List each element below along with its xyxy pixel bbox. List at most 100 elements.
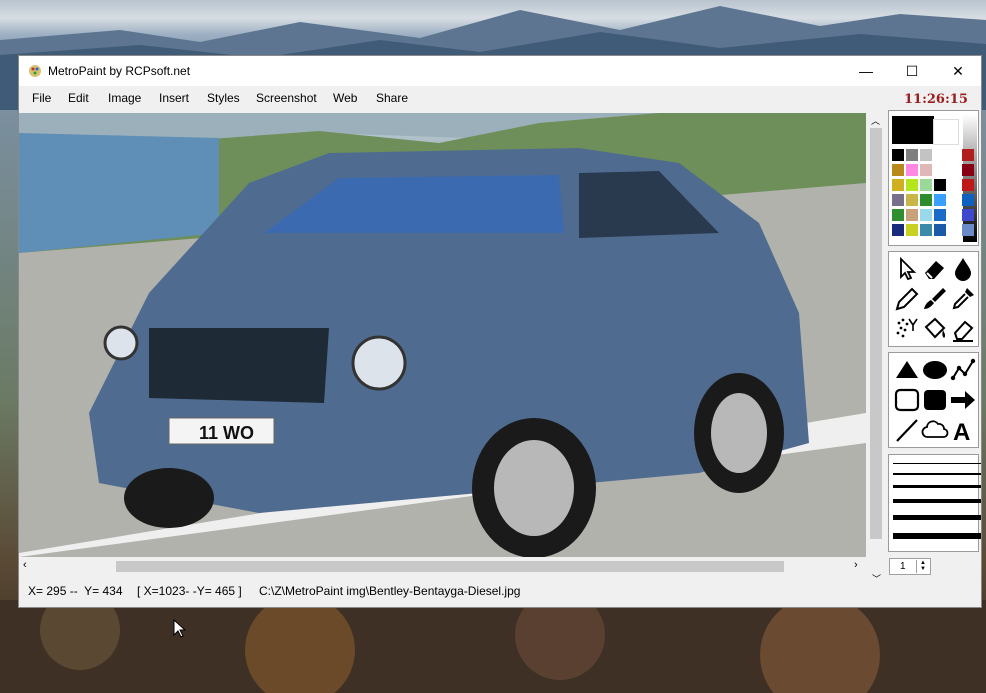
shape-tools: A: [888, 352, 979, 448]
line-width-value: 1: [900, 561, 906, 572]
palette-swatch[interactable]: [962, 179, 974, 191]
vertical-scrollbar[interactable]: ︿: [868, 113, 884, 557]
file-path: C:\Z\MetroPaint img\Bentley-Bentayga-Die…: [259, 584, 521, 598]
line-icon[interactable]: [893, 416, 921, 444]
palette-swatch[interactable]: [948, 224, 960, 236]
arrow-icon[interactable]: [949, 386, 977, 414]
palette-swatch[interactable]: [934, 224, 946, 236]
palette-swatch[interactable]: [920, 209, 932, 221]
palette-swatch[interactable]: [906, 179, 918, 191]
drawing-tools: [888, 251, 979, 347]
secondary-color-swatch[interactable]: [933, 119, 959, 145]
scroll-down-icon[interactable]: ﹀: [872, 572, 881, 585]
scroll-up-icon[interactable]: ︿: [871, 114, 880, 127]
palette-swatch[interactable]: [906, 164, 918, 176]
app-icon: [29, 65, 41, 77]
menu-file[interactable]: File: [32, 91, 51, 105]
rounded-rect-icon[interactable]: [921, 386, 949, 414]
menu-insert[interactable]: Insert: [159, 91, 189, 105]
minimize-button[interactable]: —: [843, 56, 889, 86]
palette-swatch[interactable]: [920, 194, 932, 206]
palette-swatch[interactable]: [962, 149, 974, 161]
palette-swatch[interactable]: [948, 194, 960, 206]
menu-styles[interactable]: Styles: [207, 91, 240, 105]
brush-icon[interactable]: [921, 285, 949, 313]
palette-swatch[interactable]: [948, 209, 960, 221]
scroll-left-icon[interactable]: ‹: [23, 559, 27, 571]
palette-swatch[interactable]: [934, 209, 946, 221]
status-bar: X= 295 -- Y= 434 [ X=1023- -Y= 465 ] C:\…: [19, 577, 885, 605]
svg-text:11 WO: 11 WO: [199, 423, 254, 443]
metropaint-window: MetroPaint by RCPsoft.net — ☐ ✕ File Edi…: [18, 55, 982, 608]
drawing-canvas[interactable]: 11 WO: [19, 113, 866, 557]
palette-swatch[interactable]: [920, 179, 932, 191]
palette-swatch[interactable]: [948, 164, 960, 176]
pencil-icon[interactable]: [893, 285, 921, 313]
palette-swatch[interactable]: [920, 164, 932, 176]
pointer-icon[interactable]: [893, 255, 921, 283]
palette-swatch[interactable]: [934, 164, 946, 176]
spinner-arrows-icon[interactable]: ▲ ▼: [916, 560, 929, 573]
palette-swatch[interactable]: [962, 224, 974, 236]
palette-swatch[interactable]: [906, 149, 918, 161]
menu-screenshot[interactable]: Screenshot: [256, 91, 317, 105]
line-width-6[interactable]: [893, 533, 981, 539]
scroll-right-icon[interactable]: ›: [854, 559, 858, 571]
palette-swatch[interactable]: [892, 179, 904, 191]
menu-image[interactable]: Image: [108, 91, 141, 105]
ellipse-icon[interactable]: [921, 356, 949, 384]
spray-icon[interactable]: [893, 315, 921, 343]
fill-bucket-icon[interactable]: [921, 315, 949, 343]
palette-swatch[interactable]: [892, 194, 904, 206]
rectangle-outline-icon[interactable]: [893, 386, 921, 414]
maximize-button[interactable]: ☐: [889, 56, 935, 86]
line-width-4[interactable]: [893, 499, 981, 503]
polyline-icon[interactable]: [949, 356, 977, 384]
mouse-cursor-icon: [173, 619, 187, 638]
menu-edit[interactable]: Edit: [68, 91, 89, 105]
svg-text:A: A: [953, 419, 970, 444]
tool-panel: 11:26:15 A 1 ▲ ▼ ﹀: [872, 86, 981, 607]
palette-swatch[interactable]: [892, 209, 904, 221]
palette-swatch[interactable]: [962, 209, 974, 221]
horizontal-scrollbar[interactable]: ‹ ›: [19, 557, 866, 575]
menu-web[interactable]: Web: [333, 91, 357, 105]
cursor-position: X= 295 -- Y= 434: [28, 584, 123, 598]
cloud-icon[interactable]: [921, 416, 949, 444]
horizontal-scroll-thumb[interactable]: [116, 561, 784, 572]
palette-swatch[interactable]: [962, 194, 974, 206]
primary-color-swatch[interactable]: [892, 116, 934, 144]
palette-swatch[interactable]: [962, 164, 974, 176]
color-picker-icon[interactable]: [949, 285, 977, 313]
line-width-stepper[interactable]: 1 ▲ ▼: [889, 558, 931, 575]
palette-swatch[interactable]: [906, 194, 918, 206]
close-button[interactable]: ✕: [935, 56, 981, 86]
highlighter-icon[interactable]: [949, 315, 977, 343]
palette-swatch[interactable]: [934, 194, 946, 206]
color-palette: [888, 110, 979, 246]
text-icon[interactable]: A: [949, 416, 977, 446]
palette-swatch[interactable]: [892, 224, 904, 236]
palette-swatch[interactable]: [920, 149, 932, 161]
palette-swatch[interactable]: [934, 149, 946, 161]
line-width-1[interactable]: [893, 463, 981, 464]
palette-swatch[interactable]: [920, 224, 932, 236]
palette-swatch[interactable]: [948, 149, 960, 161]
palette-swatch[interactable]: [906, 224, 918, 236]
line-width-2[interactable]: [893, 473, 981, 475]
triangle-icon[interactable]: [893, 356, 921, 384]
palette-swatch[interactable]: [892, 164, 904, 176]
vertical-scroll-thumb[interactable]: [870, 128, 882, 539]
palette-swatch[interactable]: [934, 179, 946, 191]
palette-swatch[interactable]: [948, 179, 960, 191]
line-width-5[interactable]: [893, 515, 981, 520]
line-width-3[interactable]: [893, 485, 981, 488]
palette-swatch[interactable]: [906, 209, 918, 221]
menu-share[interactable]: Share: [376, 91, 408, 105]
title-bar[interactable]: MetroPaint by RCPsoft.net — ☐ ✕: [19, 56, 981, 86]
drop-icon[interactable]: [949, 255, 977, 283]
line-width-selector: [888, 454, 981, 552]
brightness-slider[interactable]: [963, 114, 977, 242]
eraser-icon[interactable]: [921, 255, 949, 283]
palette-swatch[interactable]: [892, 149, 904, 161]
